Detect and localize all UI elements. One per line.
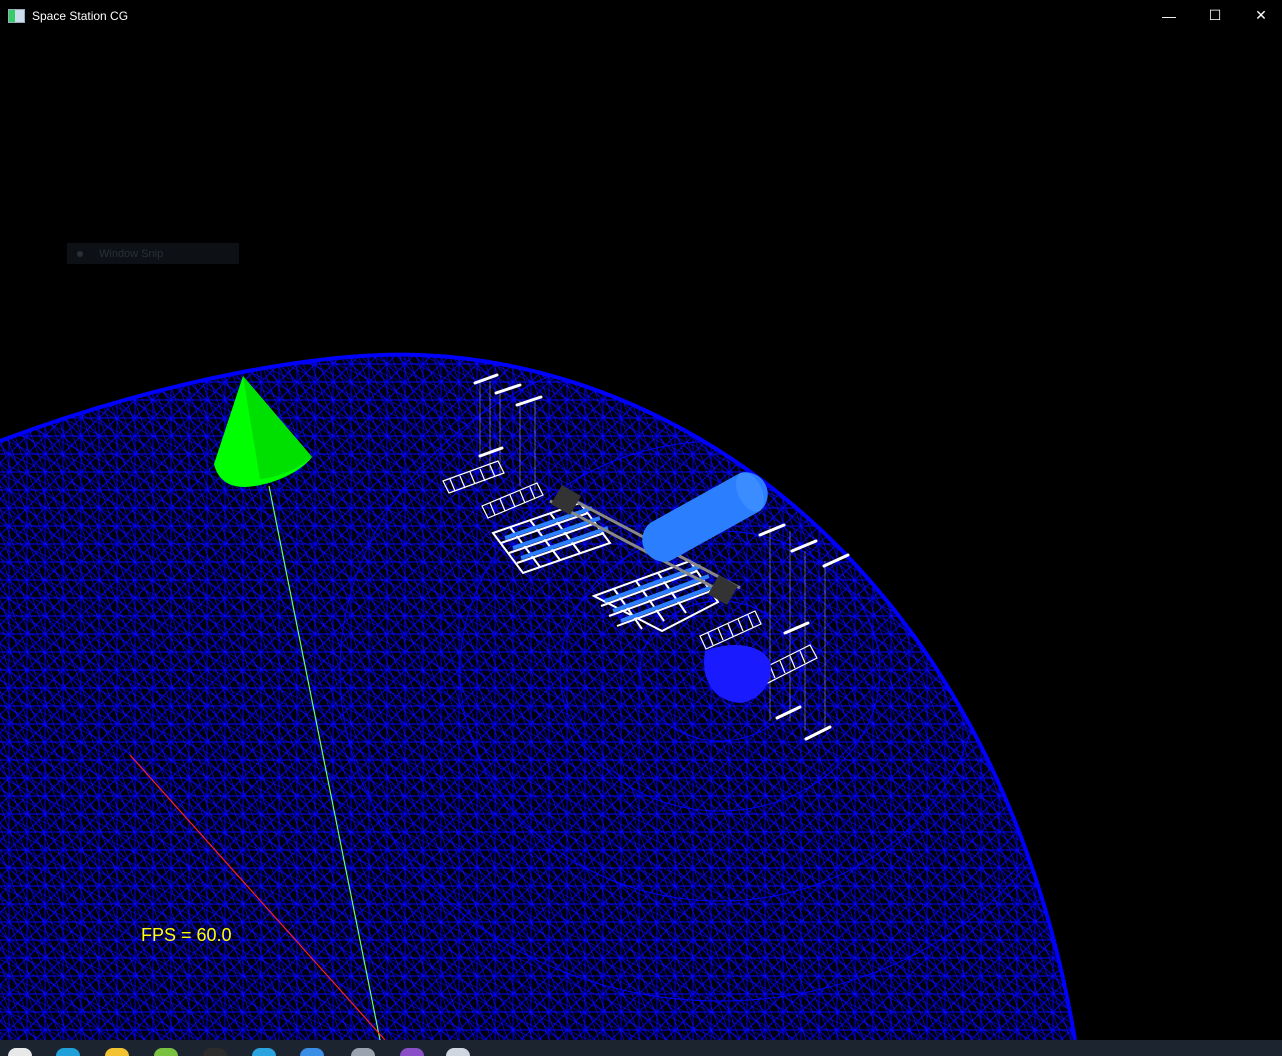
running-app-icon[interactable] bbox=[446, 1048, 470, 1056]
files-icon[interactable] bbox=[351, 1048, 375, 1056]
minimize-button[interactable]: — bbox=[1146, 0, 1192, 31]
app-window: Space Station CG — ☐ ✕ Window Snip FPS =… bbox=[0, 0, 1282, 1056]
3d-scene bbox=[0, 352, 1077, 1040]
window-snip-label: Window Snip bbox=[99, 247, 164, 260]
render-viewport[interactable]: Window Snip FPS = 60.0 bbox=[0, 31, 1282, 1040]
maximize-button[interactable]: ☐ bbox=[1192, 0, 1238, 31]
app-icon bbox=[8, 8, 25, 23]
window-title: Space Station CG bbox=[32, 8, 129, 23]
fps-counter: FPS = 60.0 bbox=[141, 925, 232, 945]
edge-icon[interactable] bbox=[56, 1048, 80, 1056]
taskbar bbox=[0, 1040, 1282, 1056]
windows-icon[interactable] bbox=[8, 1048, 32, 1056]
search-icon[interactable] bbox=[203, 1048, 227, 1056]
telegram-icon[interactable] bbox=[252, 1048, 276, 1056]
chat-icon[interactable] bbox=[300, 1048, 324, 1056]
visual-studio-icon[interactable] bbox=[400, 1048, 424, 1056]
snip-icon bbox=[77, 250, 83, 257]
title-bar[interactable]: Space Station CG — ☐ ✕ bbox=[0, 0, 1282, 32]
app-icon[interactable] bbox=[154, 1048, 178, 1056]
close-button[interactable]: ✕ bbox=[1238, 0, 1282, 31]
window-snip-ghost: Window Snip bbox=[67, 243, 239, 264]
explorer-icon[interactable] bbox=[105, 1048, 129, 1056]
